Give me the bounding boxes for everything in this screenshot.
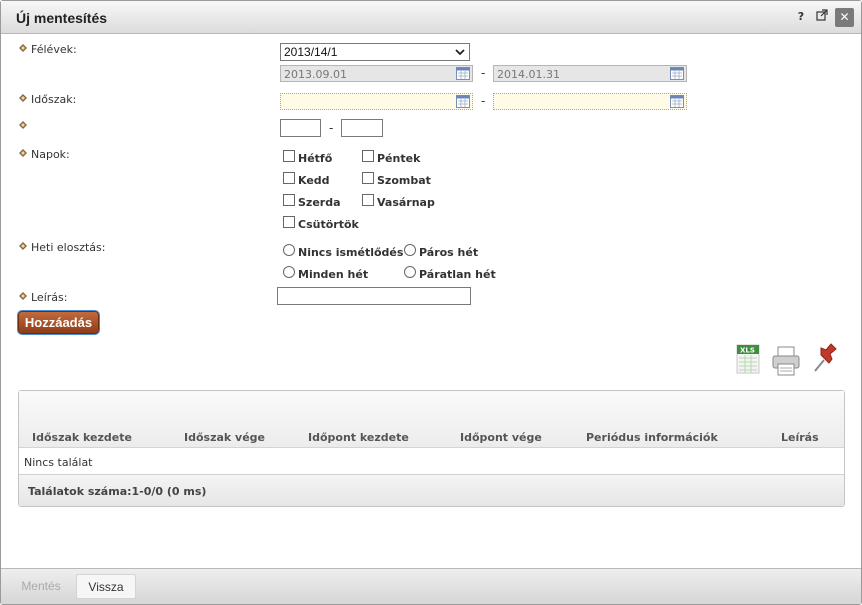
required-bullet-icon: [19, 121, 27, 129]
required-bullet-icon: [19, 44, 27, 52]
close-button[interactable]: ✕: [835, 8, 854, 27]
required-bullet-icon: [19, 292, 27, 300]
period-label: Időszak:: [31, 93, 77, 106]
help-icon[interactable]: ?: [793, 9, 809, 25]
period-end-input[interactable]: [493, 93, 687, 110]
weekly-radio-every[interactable]: [283, 266, 295, 278]
back-button[interactable]: Vissza: [76, 574, 136, 599]
semester-select-value: 2013/14/1: [284, 45, 338, 59]
column-header-time-end[interactable]: Időpont vége: [460, 431, 542, 444]
weekly-option-odd: Páratlan hét: [419, 268, 496, 281]
weekly-radio-even[interactable]: [404, 244, 416, 256]
column-header-time-start[interactable]: Időpont kezdete: [308, 431, 409, 444]
dialog-window: Új mentesítés ? ✕ Félévek: 2013/14/1 201…: [0, 0, 862, 605]
semester-end-field: 2014.01.31: [493, 65, 687, 82]
days-label: Napok:: [31, 148, 70, 161]
day-label-friday: Péntek: [377, 152, 421, 165]
column-header-period-start[interactable]: Időszak kezdete: [32, 431, 132, 444]
required-bullet-icon: [19, 149, 27, 157]
weekly-option-none: Nincs ismétlődés: [298, 246, 404, 259]
column-header-description[interactable]: Leírás: [781, 431, 819, 444]
semester-select[interactable]: 2013/14/1: [280, 43, 470, 61]
required-bullet-icon: [19, 94, 27, 102]
range-dash: -: [481, 94, 486, 108]
day-checkbox-saturday[interactable]: [362, 172, 374, 184]
results-table: Időszak kezdete Időszak vége Időpont kez…: [18, 390, 845, 507]
day-label-tuesday: Kedd: [298, 174, 330, 187]
xls-label: XLS: [740, 347, 755, 355]
day-label-sunday: Vasárnap: [377, 196, 435, 209]
day-label-saturday: Szombat: [377, 174, 431, 187]
day-checkbox-monday[interactable]: [283, 150, 295, 162]
add-button[interactable]: Hozzáadás: [18, 311, 99, 334]
weekly-option-even: Páros hét: [419, 246, 479, 259]
semester-start-field: 2013.09.01: [280, 65, 473, 82]
day-checkbox-sunday[interactable]: [362, 194, 374, 206]
popout-icon-svg: [816, 9, 828, 21]
result-count: Találatok száma:1-0/0 (0 ms): [28, 485, 207, 498]
required-bullet-icon: [19, 242, 27, 250]
day-checkbox-wednesday[interactable]: [283, 194, 295, 206]
day-checkbox-friday[interactable]: [362, 150, 374, 162]
excel-export-icon[interactable]: XLS: [735, 343, 761, 375]
day-label-thursday: Csütörtök: [298, 218, 359, 231]
table-header: Időszak kezdete Időszak vége Időpont kez…: [19, 391, 844, 448]
dialog-title: Új mentesítés: [16, 10, 108, 26]
day-label-wednesday: Szerda: [298, 196, 341, 209]
day-label-monday: Hétfő: [298, 152, 333, 165]
calendar-icon: [670, 67, 684, 80]
empty-message: Nincs találat: [24, 456, 93, 469]
calendar-icon[interactable]: [670, 95, 684, 108]
time-from-input[interactable]: [280, 119, 321, 137]
weekly-radio-none[interactable]: [283, 244, 295, 256]
time-to-input[interactable]: [341, 119, 383, 137]
weekly-label: Heti elosztás:: [31, 241, 106, 254]
weekly-option-every: Minden hét: [298, 268, 369, 281]
day-checkbox-thursday[interactable]: [283, 216, 295, 228]
semester-label: Félévek:: [31, 43, 77, 56]
title-bar: Új mentesítés ? ✕: [1, 1, 861, 34]
period-start-input[interactable]: [280, 93, 473, 110]
description-label: Leírás:: [31, 291, 68, 304]
description-input[interactable]: [277, 287, 471, 305]
pin-icon[interactable]: [809, 341, 841, 375]
semester-start-value: 2013.09.01: [284, 68, 347, 81]
calendar-icon: [456, 67, 470, 80]
range-dash: -: [481, 66, 486, 80]
calendar-icon[interactable]: [456, 95, 470, 108]
day-checkbox-tuesday[interactable]: [283, 172, 295, 184]
chevron-down-icon: [455, 49, 465, 56]
time-dash: -: [329, 121, 334, 135]
bottom-bar: Mentés Vissza: [1, 568, 861, 604]
column-header-period-info[interactable]: Periódus információk: [586, 431, 718, 444]
table-footer: Találatok száma:1-0/0 (0 ms): [19, 474, 844, 506]
weekly-radio-odd[interactable]: [404, 266, 416, 278]
popout-icon[interactable]: [814, 9, 830, 25]
semester-end-value: 2014.01.31: [497, 68, 560, 81]
save-button[interactable]: Mentés: [11, 574, 71, 599]
column-header-period-end[interactable]: Időszak vége: [184, 431, 265, 444]
print-icon[interactable]: [771, 345, 801, 377]
